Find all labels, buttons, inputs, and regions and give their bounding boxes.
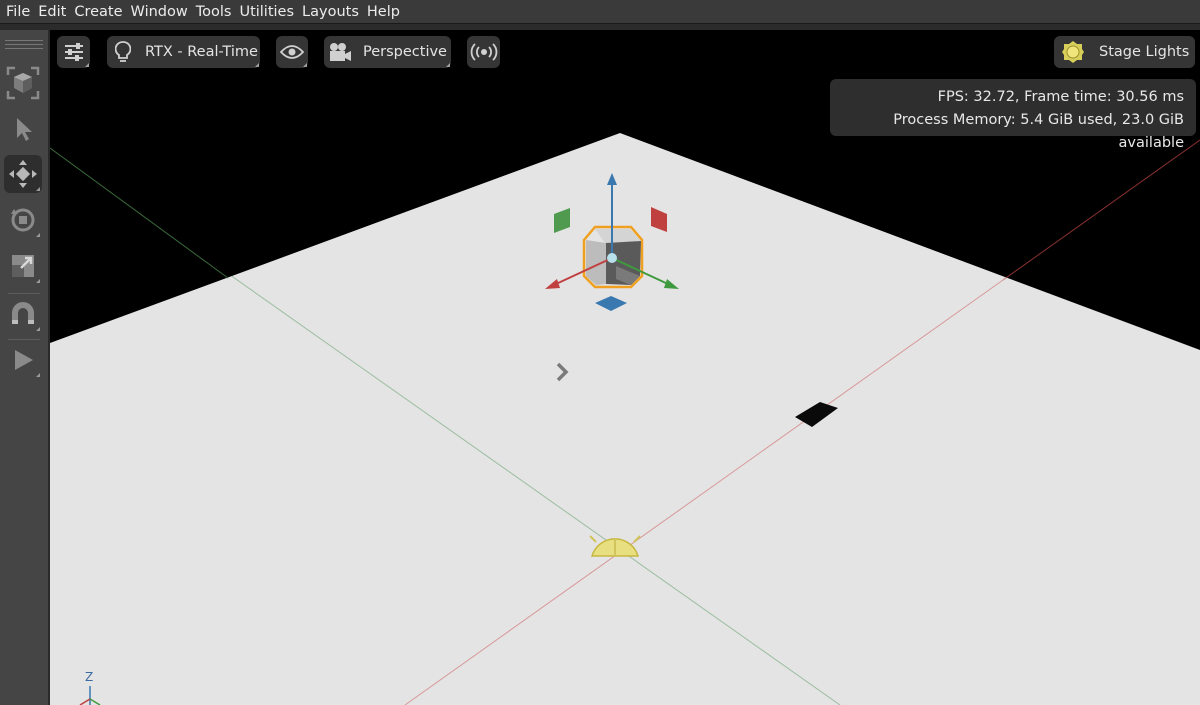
toolbar-divider [8, 293, 40, 294]
sun-icon [1054, 40, 1092, 64]
camera-label: Perspective [363, 44, 447, 60]
frame-selection-icon [6, 66, 40, 100]
camera-icon [324, 42, 356, 62]
camera-button[interactable]: Perspective [324, 36, 451, 68]
rotate-icon [11, 208, 35, 232]
menu-layouts[interactable]: Layouts [299, 4, 362, 20]
select-tool[interactable] [4, 110, 42, 148]
menu-edit[interactable]: Edit [35, 4, 69, 20]
select-arrow-icon [17, 118, 32, 141]
renderer-button[interactable]: RTX - Real-Time [107, 36, 260, 68]
menu-tools[interactable]: Tools [193, 4, 235, 20]
snap-magnet-icon [12, 302, 34, 324]
ground-plane[interactable] [50, 133, 1200, 705]
scale-tool[interactable] [4, 247, 42, 285]
menu-bar: File Edit Create Window Tools Utilities … [0, 0, 1200, 24]
live-sync-button[interactable] [467, 36, 500, 68]
snap-tool[interactable] [4, 295, 42, 333]
move-icon [9, 160, 37, 188]
menu-create[interactable]: Create [71, 4, 125, 20]
axis-indicator-label: Z [85, 670, 93, 684]
sliders-icon [64, 43, 84, 61]
menu-utilities[interactable]: Utilities [236, 4, 297, 20]
x-axis-line [1002, 139, 1200, 281]
rotate-tool[interactable] [4, 201, 42, 239]
toolbar-grip[interactable] [5, 40, 43, 52]
visibility-button[interactable] [276, 36, 308, 68]
stage-lights-button[interactable]: Stage Lights [1054, 36, 1195, 68]
memory-readout: Process Memory: 5.4 GiB used, 23.0 GiB a… [893, 112, 1184, 151]
viewport-settings-button[interactable] [57, 36, 90, 68]
menu-help[interactable]: Help [364, 4, 403, 20]
eye-icon [280, 44, 304, 60]
lightbulb-icon [107, 41, 139, 63]
left-toolbar [0, 30, 50, 705]
play-icon [15, 350, 33, 370]
menu-file[interactable]: File [3, 4, 33, 20]
scale-icon [12, 255, 34, 277]
stats-overlay: FPS: 32.72, Frame time: 30.56 ms Process… [830, 79, 1196, 151]
menu-window[interactable]: Window [128, 4, 191, 20]
play-tool[interactable] [4, 341, 42, 379]
renderer-label: RTX - Real-Time [145, 44, 258, 60]
broadcast-icon [470, 43, 498, 61]
fps-readout: FPS: 32.72, Frame time: 30.56 ms [937, 89, 1184, 105]
viewport[interactable]: Z RTX - Real-Time Perspective Stage Ligh… [50, 30, 1200, 705]
move-tool[interactable] [4, 155, 42, 193]
frame-selection-tool[interactable] [4, 64, 42, 102]
y-axis-line [50, 147, 229, 279]
stage-lights-label: Stage Lights [1099, 44, 1190, 60]
toolbar-divider [8, 339, 40, 340]
